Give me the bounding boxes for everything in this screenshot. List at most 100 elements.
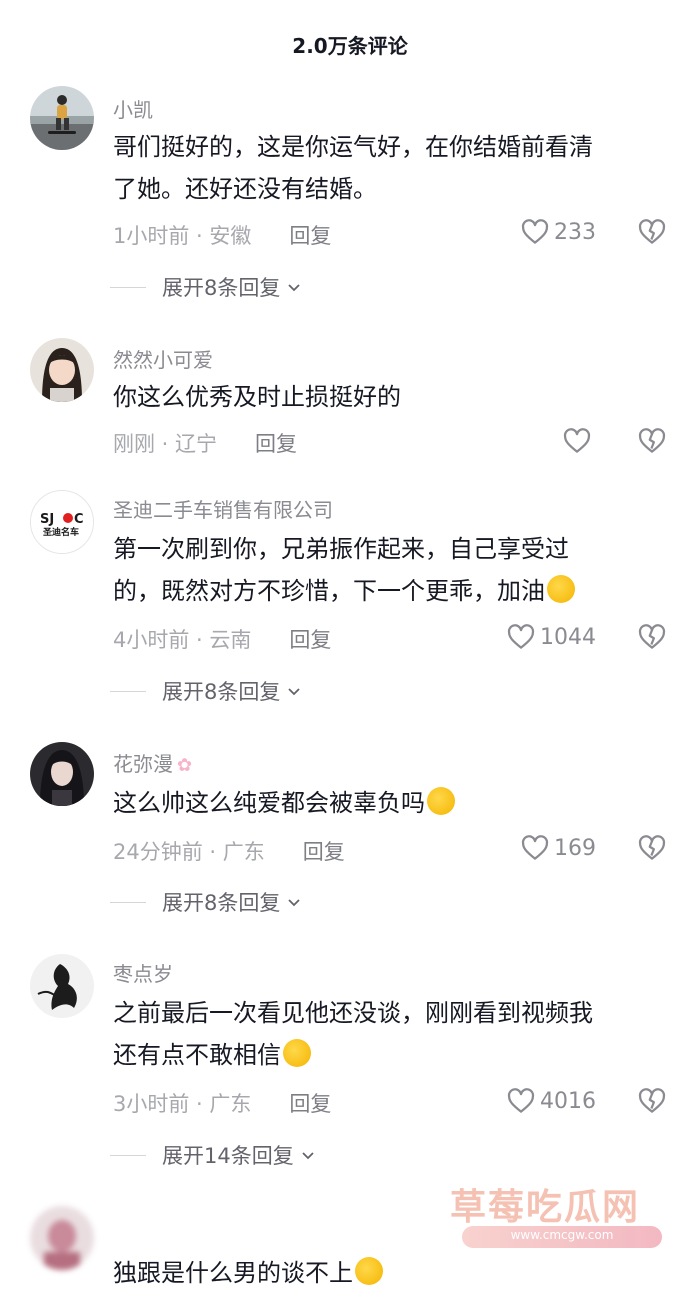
comment-meta: 4小时前 · 云南 回复 — [113, 624, 331, 654]
like-button[interactable] — [562, 425, 596, 457]
expand-replies-label: 展开8条回复 — [162, 680, 281, 704]
comment-line: 之前最后一次看见他还没谈，刚刚看到视频我 — [113, 999, 593, 1027]
watermark-url: www.cmcgw.com — [510, 1228, 614, 1242]
reply-button[interactable]: 回复 — [303, 840, 345, 864]
username[interactable]: 小凯 — [113, 94, 153, 123]
reply-button[interactable]: 回复 — [255, 432, 297, 456]
heart-icon — [521, 219, 549, 244]
comment-text: 第一次刷到你，兄弟振作起来，自己享受过 的，既然对方不珍惜，下一个更乖，加油 — [113, 528, 673, 612]
divider-line — [110, 901, 146, 903]
broken-heart-icon — [638, 1088, 666, 1113]
chevron-down-icon — [288, 284, 301, 292]
like-button[interactable]: 169 — [520, 832, 596, 864]
reply-button[interactable]: 回复 — [289, 1092, 331, 1116]
expand-replies-button[interactable]: 展开8条回复 — [110, 272, 302, 302]
heart-icon — [507, 624, 535, 649]
comment-item: 然然小可爱 你这么优秀及时止损挺好的 刚刚 · 辽宁 回复 — [0, 338, 700, 468]
broken-heart-icon — [638, 219, 666, 244]
site-watermark: 草莓吃瓜网 www.cmcgw.com — [430, 1172, 690, 1262]
time-location: 1小时前 · 安徽 — [113, 224, 252, 248]
avatar-image-girl — [30, 338, 94, 402]
like-button[interactable]: 4016 — [506, 1085, 596, 1117]
laughing-tears-emoji — [283, 1039, 311, 1067]
comment-text: 你这么优秀及时止损挺好的 — [113, 376, 673, 418]
expand-replies-button[interactable]: 展开8条回复 — [110, 676, 302, 706]
broken-heart-icon — [638, 624, 666, 649]
dislike-button[interactable] — [637, 426, 667, 456]
crying-face-emoji — [355, 1257, 383, 1285]
user-avatar[interactable] — [30, 86, 94, 150]
username[interactable]: 然然小可爱 — [113, 344, 213, 373]
reply-button[interactable]: 回复 — [289, 224, 331, 248]
comment-count-title: 2.0万条评论 — [292, 34, 408, 58]
avatar-image-blurred — [30, 1206, 94, 1270]
dislike-button[interactable] — [637, 1086, 667, 1116]
avatar-image-skateboarder — [30, 86, 94, 150]
time-location: 4小时前 · 云南 — [113, 628, 252, 652]
avatar-image-ink-figure — [30, 954, 94, 1018]
like-count: 1044 — [540, 624, 596, 650]
divider-line — [110, 690, 146, 692]
avatar-image-logo: SJ C 圣迪名车 — [31, 491, 93, 553]
like-count: 4016 — [540, 1088, 596, 1114]
username-text: 花弥漫 — [113, 752, 173, 776]
dislike-button[interactable] — [637, 622, 667, 652]
like-button[interactable]: 233 — [520, 216, 596, 248]
logo-text: C — [74, 512, 84, 527]
heart-icon — [521, 835, 549, 860]
comment-text: 哥们挺好的，这是你运气好，在你结婚前看清 了她。还好还没有结婚。 — [113, 126, 673, 210]
expand-replies-label: 展开8条回复 — [162, 276, 281, 300]
like-count: 233 — [554, 219, 596, 245]
expand-replies-label: 展开14条回复 — [162, 1144, 294, 1168]
comment-line: 哥们挺好的，这是你运气好，在你结婚前看清 — [113, 133, 593, 161]
comment-line: 的，既然对方不珍惜，下一个更乖，加油 — [113, 577, 545, 605]
comment-line-with-emoji: 的，既然对方不珍惜，下一个更乖，加油 — [113, 570, 673, 612]
flower-icon: ✿ — [177, 755, 193, 776]
logo-text: 圣迪名车 — [43, 526, 79, 538]
comment-line-with-emoji: 还有点不敢相信 — [113, 1034, 673, 1076]
comment-meta: 24分钟前 · 广东 回复 — [113, 836, 345, 866]
comment-line: 这么帅这么纯爱都会被辜负吗 — [113, 789, 425, 817]
user-avatar[interactable]: SJ C 圣迪名车 — [30, 490, 94, 554]
expand-replies-button[interactable]: 展开14条回复 — [110, 1140, 316, 1170]
username[interactable]: 枣点岁 — [113, 958, 173, 987]
like-count: 169 — [554, 835, 596, 861]
comment-item: 花弥漫 ✿ 这么帅这么纯爱都会被辜负吗 24分钟前 · 广东 回复 169 展开8条… — [0, 742, 700, 922]
user-avatar[interactable] — [30, 1206, 94, 1270]
crying-face-emoji — [427, 787, 455, 815]
expand-replies-button[interactable]: 展开8条回复 — [110, 887, 302, 917]
comment-line-with-emoji: 这么帅这么纯爱都会被辜负吗 — [113, 782, 673, 824]
watermark-title: 草莓吃瓜网 — [450, 1187, 641, 1228]
comment-meta: 刚刚 · 辽宁 回复 — [113, 428, 297, 458]
logo-text: SJ — [40, 512, 54, 527]
comment-text: 这么帅这么纯爱都会被辜负吗 — [113, 782, 673, 824]
dislike-button[interactable] — [637, 833, 667, 863]
comment-line: 第一次刷到你，兄弟振作起来，自己享受过 — [113, 535, 569, 563]
comment-text: 之前最后一次看见他还没谈，刚刚看到视频我 还有点不敢相信 — [113, 992, 673, 1076]
comment-line: 了她。还好还没有结婚。 — [113, 175, 377, 203]
divider-line — [110, 1154, 146, 1156]
heart-icon — [563, 428, 591, 453]
avatar-image-girl-dark — [30, 742, 94, 806]
comment-item: 枣点岁 之前最后一次看见他还没谈，刚刚看到视频我 还有点不敢相信 3小时前 · … — [0, 954, 700, 1168]
expand-replies-label: 展开8条回复 — [162, 891, 281, 915]
broken-heart-icon — [638, 835, 666, 860]
comment-meta: 3小时前 · 广东 回复 — [113, 1088, 331, 1118]
comment-line: 还有点不敢相信 — [113, 1041, 281, 1069]
heart-icon — [507, 1088, 535, 1113]
chevron-down-icon — [302, 1152, 314, 1160]
divider-line — [110, 286, 146, 288]
like-button[interactable]: 1044 — [506, 621, 596, 653]
username[interactable]: 圣迪二手车销售有限公司 — [113, 494, 333, 523]
user-avatar[interactable] — [30, 954, 94, 1018]
username[interactable]: 花弥漫 ✿ — [113, 748, 192, 777]
comment-item: 小凯 哥们挺好的，这是你运气好，在你结婚前看清 了她。还好还没有结婚。 1小时前… — [0, 86, 700, 300]
comment-line: 独跟是什么男的谈不上 — [113, 1259, 353, 1287]
dislike-button[interactable] — [637, 217, 667, 247]
user-avatar[interactable] — [30, 338, 94, 402]
reply-button[interactable]: 回复 — [289, 628, 331, 652]
user-avatar[interactable] — [30, 742, 94, 806]
chevron-down-icon — [288, 899, 301, 907]
hugging-face-emoji — [547, 575, 575, 603]
time-location: 3小时前 · 广东 — [113, 1092, 252, 1116]
